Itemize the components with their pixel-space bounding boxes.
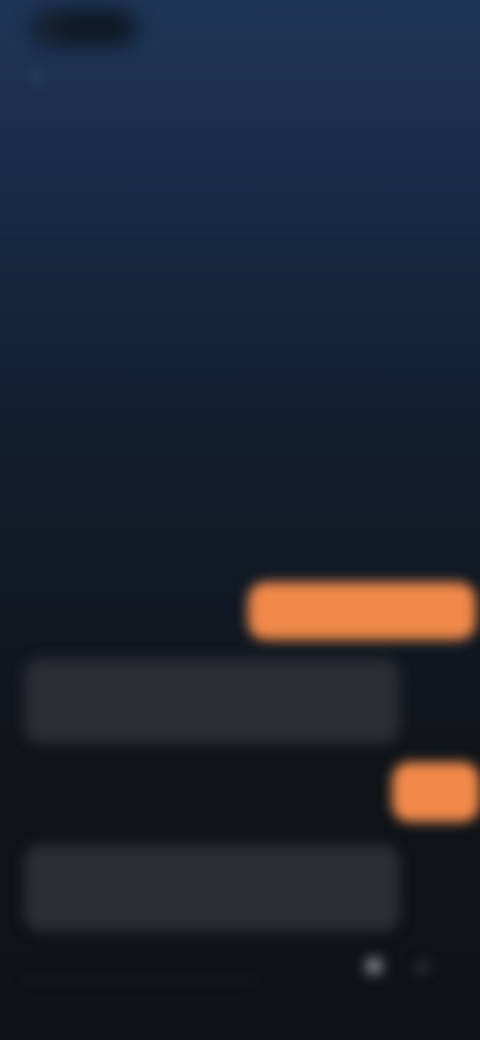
page-title <box>186 68 300 88</box>
back-icon[interactable] <box>28 66 48 86</box>
status-label <box>60 17 124 31</box>
assistant-message-bubble <box>24 844 400 932</box>
mic-icon[interactable] <box>360 952 388 980</box>
assistant-message-bubble <box>24 658 400 744</box>
user-message-bubble <box>248 582 476 640</box>
message-composer <box>24 944 456 988</box>
send-icon[interactable] <box>418 958 434 974</box>
input-underline <box>24 980 254 981</box>
message-input[interactable] <box>24 958 258 980</box>
status-dot-icon <box>46 23 54 31</box>
message-timestamp <box>196 552 292 568</box>
user-message-bubble <box>392 762 480 822</box>
